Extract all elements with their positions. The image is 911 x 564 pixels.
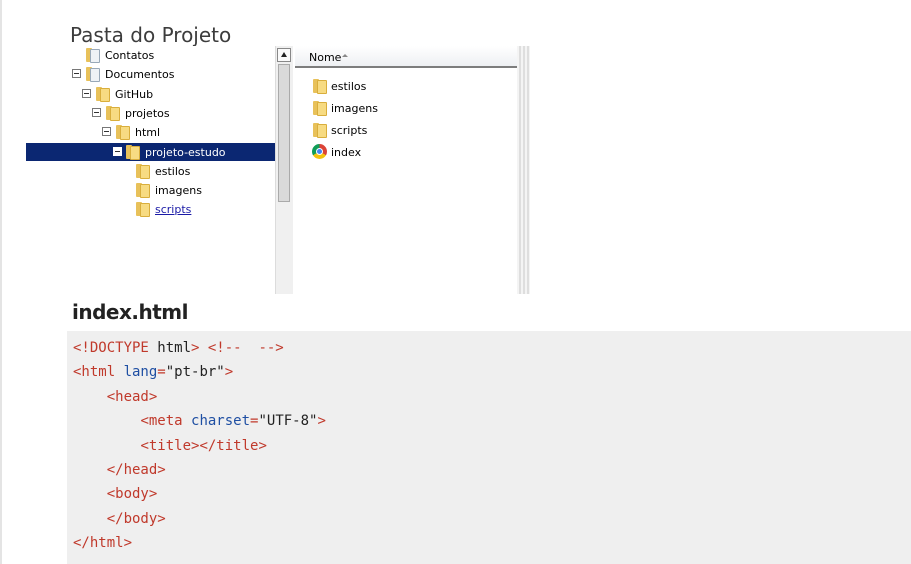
collapse-toggle-icon[interactable] — [82, 89, 91, 98]
folder-icon — [85, 48, 100, 63]
file-heading: index.html — [72, 300, 188, 324]
collapse-toggle-icon[interactable] — [102, 127, 111, 136]
tree-item-label: estilos — [155, 165, 191, 178]
tree-item-projeto-estudo[interactable]: projeto-estudo — [26, 143, 275, 161]
file-name: index — [331, 146, 362, 159]
folder-icon — [135, 164, 150, 179]
code-line: </html> — [73, 533, 132, 553]
tree-item-estilos[interactable]: estilos — [26, 162, 275, 180]
page-left-border — [0, 0, 2, 564]
folder-icon — [312, 101, 327, 116]
file-name: estilos — [331, 80, 367, 93]
tree-item-scripts[interactable]: scripts — [26, 200, 275, 218]
code-token-tag: > — [191, 340, 208, 356]
tree-item-label: projetos — [125, 107, 170, 120]
folder-icon — [105, 106, 120, 121]
code-line: <html lang="pt-br"> — [73, 362, 233, 382]
folder-icon — [95, 87, 110, 102]
code-token-val: "UTF-8" — [258, 413, 318, 430]
code-line: <body> — [73, 484, 158, 504]
sort-ascending-icon — [342, 54, 348, 57]
code-line: </head> — [73, 460, 166, 480]
folder-icon — [85, 67, 100, 82]
folder-icon — [312, 123, 327, 138]
code-line: <title></title> — [73, 436, 267, 456]
tree-item-label: imagens — [155, 184, 202, 197]
folder-icon — [115, 125, 130, 140]
code-token-attr: charset — [191, 413, 251, 430]
tree-item-label: html — [135, 126, 161, 139]
scroll-thumb[interactable] — [278, 64, 290, 202]
file-name: scripts — [331, 124, 368, 137]
tree-item-projetos[interactable]: projetos — [26, 104, 275, 122]
code-token-attr: lang — [123, 364, 158, 381]
tree-item-html[interactable]: html — [26, 123, 275, 141]
code-line: <meta charset="UTF-8"> — [73, 411, 326, 431]
file-item-scripts[interactable]: scripts — [295, 120, 517, 140]
folder-icon — [135, 202, 150, 217]
tree-item-contatos[interactable]: Contatos — [26, 46, 275, 64]
file-name: imagens — [331, 102, 378, 115]
tree-item-label: projeto-estudo — [145, 146, 226, 159]
code-token-tag: <title></title> — [140, 437, 267, 454]
code-token-tag: <body> — [106, 486, 158, 503]
code-line: <!DOCTYPE html> <!-- --> — [73, 338, 284, 358]
file-item-estilos[interactable]: estilos — [295, 76, 517, 96]
tree-item-label: scripts — [155, 203, 192, 216]
file-item-index[interactable]: index — [295, 142, 517, 162]
tree-item-github[interactable]: GitHub — [26, 85, 275, 103]
code-line: <head> — [73, 387, 158, 407]
window-right-edge — [517, 46, 530, 294]
code-token-tag: > — [317, 413, 326, 430]
collapse-toggle-icon[interactable] — [92, 108, 101, 117]
file-list-pane: Nome estilos imagens scripts index — [295, 46, 517, 294]
folder-icon — [135, 183, 150, 198]
code-block: <!DOCTYPE html> <!-- --> <html lang="pt-b… — [67, 331, 911, 564]
code-token-tag: </head> — [106, 462, 166, 478]
tree-item-documentos[interactable]: Documentos — [26, 65, 275, 83]
tree-item-label: GitHub — [115, 88, 154, 101]
file-item-imagens[interactable]: imagens — [295, 98, 517, 118]
column-header-nome[interactable]: Nome — [295, 46, 517, 68]
folder-tree: Contatos Documentos GitHub projetos html proj… — [26, 46, 276, 294]
code-token-text: html — [157, 340, 192, 356]
code-token-tag: <meta — [140, 413, 192, 430]
explorer-screenshot: Contatos Documentos GitHub projetos html proj… — [26, 46, 530, 294]
code-token-tag: <head> — [106, 388, 158, 405]
code-token-tag: <!DOCTYPE — [73, 340, 158, 356]
tree-item-label: Contatos — [105, 49, 155, 62]
code-token-tag: > — [224, 364, 234, 381]
tree-scrollbar[interactable] — [275, 46, 293, 294]
code-token-tag: = — [157, 364, 166, 381]
code-token-tag: </html> — [73, 535, 133, 552]
collapse-toggle-icon[interactable] — [113, 147, 122, 156]
folder-icon — [312, 79, 327, 94]
scroll-up-arrow-icon[interactable] — [277, 48, 291, 62]
tree-item-imagens[interactable]: imagens — [26, 181, 275, 199]
collapse-toggle-icon[interactable] — [72, 69, 81, 78]
tree-item-label: Documentos — [105, 68, 175, 81]
page-title: Pasta do Projeto — [70, 23, 232, 48]
folder-icon — [125, 145, 140, 160]
column-header-label: Nome — [309, 51, 342, 64]
code-token-val: "pt-br" — [165, 364, 225, 381]
code-line: </body> — [73, 509, 166, 529]
code-token-tag: <html — [73, 364, 124, 381]
code-token-comment: <!-- --> — [207, 340, 284, 356]
chrome-icon — [312, 144, 327, 159]
code-token-tag: </body> — [106, 510, 166, 527]
